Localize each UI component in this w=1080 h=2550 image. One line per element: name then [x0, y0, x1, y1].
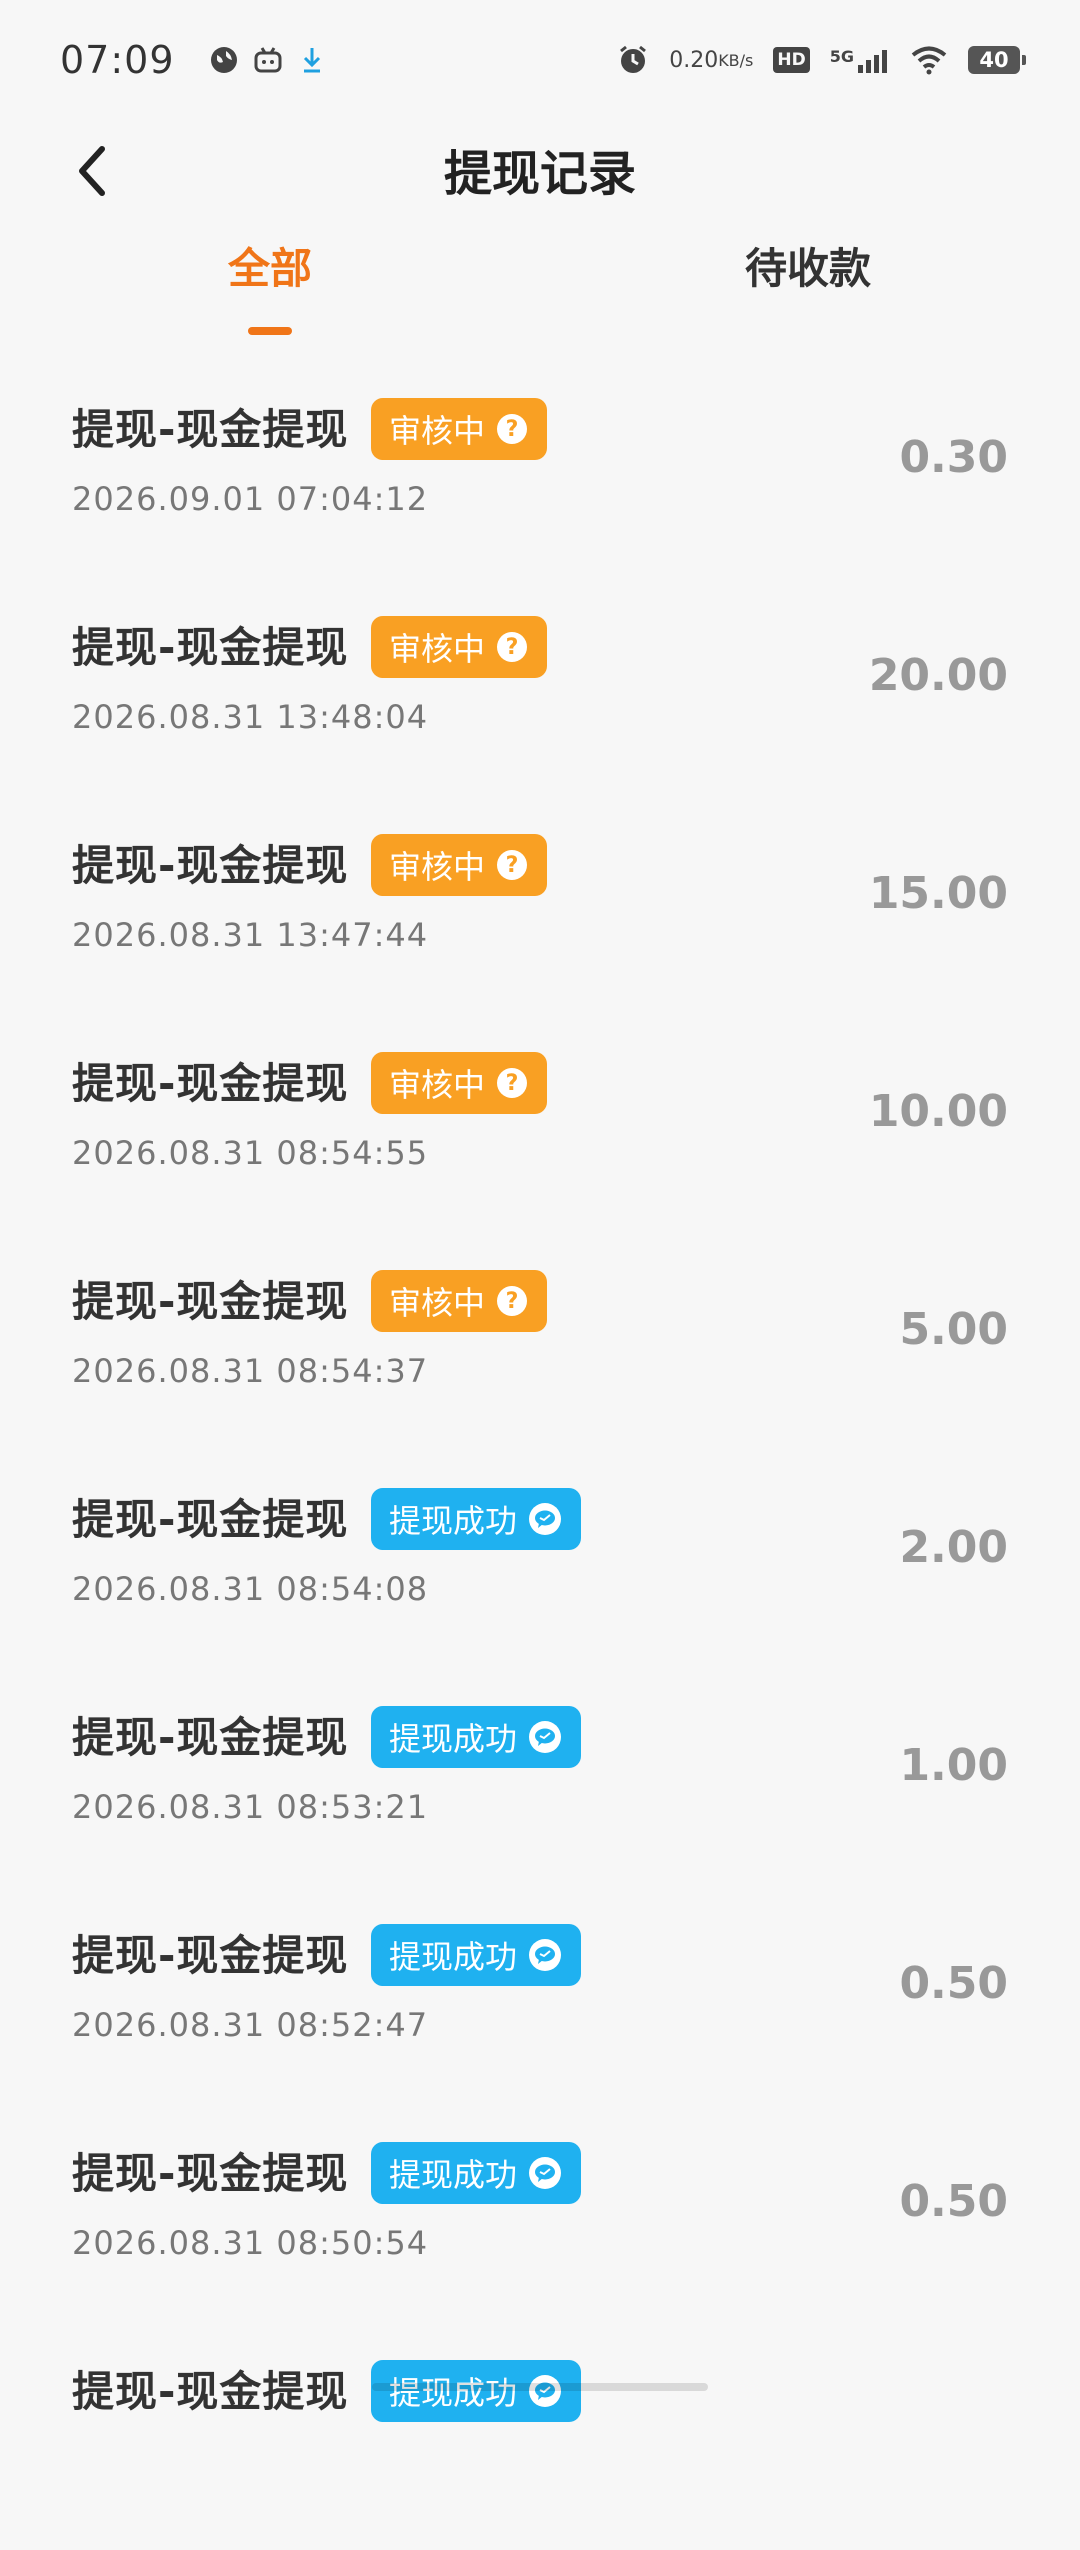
- tab-active-indicator: [248, 327, 292, 335]
- wechat-icon: [529, 2375, 562, 2407]
- signal-label: 5G: [829, 47, 854, 66]
- record-title: 提现-现金提现: [72, 405, 349, 454]
- record-time: 2026.08.31 13:48:04: [72, 698, 429, 736]
- record-time: 2026.08.31 08:53:21: [72, 1788, 429, 1826]
- status-badge-label: 审核中: [389, 848, 486, 886]
- record-time: 2026.08.31 08:54:08: [72, 1570, 429, 1608]
- record-title: 提现-现金提现: [72, 1713, 349, 1762]
- status-badge-label: 提现成功: [389, 1502, 518, 1540]
- status-badge[interactable]: 提现成功: [371, 1924, 581, 1986]
- record-amount: 0.50: [899, 2176, 1008, 2227]
- home-indicator: [372, 2383, 708, 2391]
- record-row[interactable]: 提现-现金提现 审核中? 2026.09.01 07:04:12 0.30: [0, 370, 1080, 588]
- status-badge-label: 审核中: [389, 1284, 486, 1322]
- record-title: 提现-现金提现: [72, 623, 349, 672]
- page-title: 提现记录: [443, 146, 636, 202]
- status-badge[interactable]: 提现成功: [371, 1706, 581, 1768]
- globe-icon: [209, 45, 239, 75]
- record-row[interactable]: 提现-现金提现 提现成功 2026.08.31 08:53:21 1.00: [0, 1678, 1080, 1896]
- help-icon: ?: [497, 414, 528, 444]
- download-icon: [297, 45, 327, 75]
- battery-icon: 40: [968, 46, 1026, 74]
- status-badge[interactable]: 审核中?: [371, 616, 547, 678]
- status-badge-label: 提现成功: [389, 2374, 518, 2412]
- status-bar-right: 0.20 KB/s HD 5G 40: [597, 44, 1026, 76]
- help-icon: ?: [497, 1286, 528, 1316]
- status-badge[interactable]: 提现成功: [371, 2142, 581, 2204]
- record-time: 2026.08.31 08:54:37: [72, 1352, 429, 1390]
- record-row[interactable]: 提现-现金提现 提现成功 2026.08.31 08:54:08 2.00: [0, 1460, 1080, 1678]
- record-title: 提现-现金提现: [72, 1495, 349, 1544]
- status-time: 07:09: [60, 38, 175, 82]
- tab-all[interactable]: 全部: [228, 235, 312, 335]
- net-speed-unit: KB/s: [718, 50, 754, 70]
- header: 提现记录: [0, 120, 1080, 220]
- wechat-icon: [529, 1939, 562, 1971]
- record-amount: 20.00: [868, 650, 1008, 701]
- wechat-icon: [529, 2157, 562, 2189]
- help-icon: ?: [497, 850, 528, 880]
- status-badge[interactable]: 提现成功: [371, 1488, 581, 1550]
- status-badge-label: 审核中: [389, 630, 486, 668]
- bilibili-icon: [253, 45, 283, 75]
- record-time: 2026.08.31 08:52:47: [72, 2006, 429, 2044]
- hd-label: HD: [773, 47, 810, 73]
- status-badge-label: 提现成功: [389, 2156, 518, 2194]
- record-time: 2026.09.01 07:04:12: [72, 480, 429, 518]
- tab-all-label: 全部: [228, 244, 313, 293]
- status-badge-label: 提现成功: [389, 1938, 518, 1976]
- withdrawal-record-list: 提现-现金提现 审核中? 2026.09.01 07:04:12 0.30 提现-现金提…: [0, 370, 1080, 2550]
- status-bar: 07:09 0.20 KB/s HD 5G 40: [0, 0, 1080, 120]
- wechat-icon: [529, 1503, 562, 1535]
- record-title: 提现-现金提现: [72, 2149, 349, 2198]
- record-amount: 10.00: [868, 1086, 1008, 1137]
- record-title: 提现-现金提现: [72, 1931, 349, 1980]
- status-badge-label: 审核中: [389, 1066, 486, 1104]
- record-amount: 0.30: [899, 432, 1008, 483]
- net-speed-value: 0.20: [669, 47, 719, 73]
- tab-pending-label: 待收款: [745, 244, 872, 293]
- record-title: 提现-现金提现: [72, 1277, 349, 1326]
- tab-bar: 全部 待收款: [0, 235, 1080, 345]
- record-amount: 15.00: [868, 868, 1008, 919]
- record-row[interactable]: 提现-现金提现 提现成功 2026.08.31 08:52:47 0.50: [0, 1896, 1080, 2114]
- record-time: 2026.08.31 13:47:44: [72, 916, 429, 954]
- record-row[interactable]: 提现-现金提现 提现成功 2026.08.31 08:50:54 0.50: [0, 2114, 1080, 2332]
- record-time: 2026.08.31 08:50:54: [72, 2224, 429, 2262]
- hd-icon: HD: [773, 47, 810, 73]
- status-badge-label: 审核中: [389, 412, 486, 450]
- help-icon: ?: [497, 1068, 528, 1098]
- cell-signal-icon: 5G: [830, 47, 890, 73]
- status-badge[interactable]: 审核中?: [371, 398, 547, 460]
- record-row[interactable]: 提现-现金提现 审核中? 2026.08.31 08:54:55 10.00: [0, 1024, 1080, 1242]
- status-badge[interactable]: 审核中?: [371, 1270, 547, 1332]
- wechat-icon: [529, 1721, 562, 1753]
- record-amount: 5.00: [899, 1304, 1008, 1355]
- tab-pending[interactable]: 待收款: [745, 235, 871, 335]
- record-title: 提现-现金提现: [72, 841, 349, 890]
- network-speed: 0.20 KB/s: [669, 47, 754, 73]
- alarm-icon: [617, 44, 649, 76]
- status-badge[interactable]: 审核中?: [371, 1052, 547, 1114]
- record-row[interactable]: 提现-现金提现 审核中? 2026.08.31 08:54:37 5.00: [0, 1242, 1080, 1460]
- status-badge[interactable]: 提现成功: [371, 2360, 581, 2422]
- record-title: 提现-现金提现: [72, 1059, 349, 1108]
- record-row[interactable]: 提现-现金提现 审核中? 2026.08.31 13:47:44 15.00: [0, 806, 1080, 1024]
- record-amount: 1.00: [899, 1740, 1008, 1791]
- record-amount: 0.50: [899, 1958, 1008, 2009]
- record-time: 2026.08.31 08:54:55: [72, 1134, 429, 1172]
- battery-level: 40: [968, 46, 1026, 74]
- record-title: 提现-现金提现: [72, 2367, 349, 2416]
- wifi-icon: [910, 45, 948, 75]
- record-row[interactable]: 提现-现金提现 提现成功: [0, 2332, 1080, 2550]
- help-icon: ?: [497, 632, 528, 662]
- status-badge-label: 提现成功: [389, 1720, 518, 1758]
- record-amount: 2.00: [899, 1522, 1008, 1573]
- status-badge[interactable]: 审核中?: [371, 834, 547, 896]
- status-bar-left: 07:09: [60, 38, 327, 82]
- record-row[interactable]: 提现-现金提现 审核中? 2026.08.31 13:48:04 20.00: [0, 588, 1080, 806]
